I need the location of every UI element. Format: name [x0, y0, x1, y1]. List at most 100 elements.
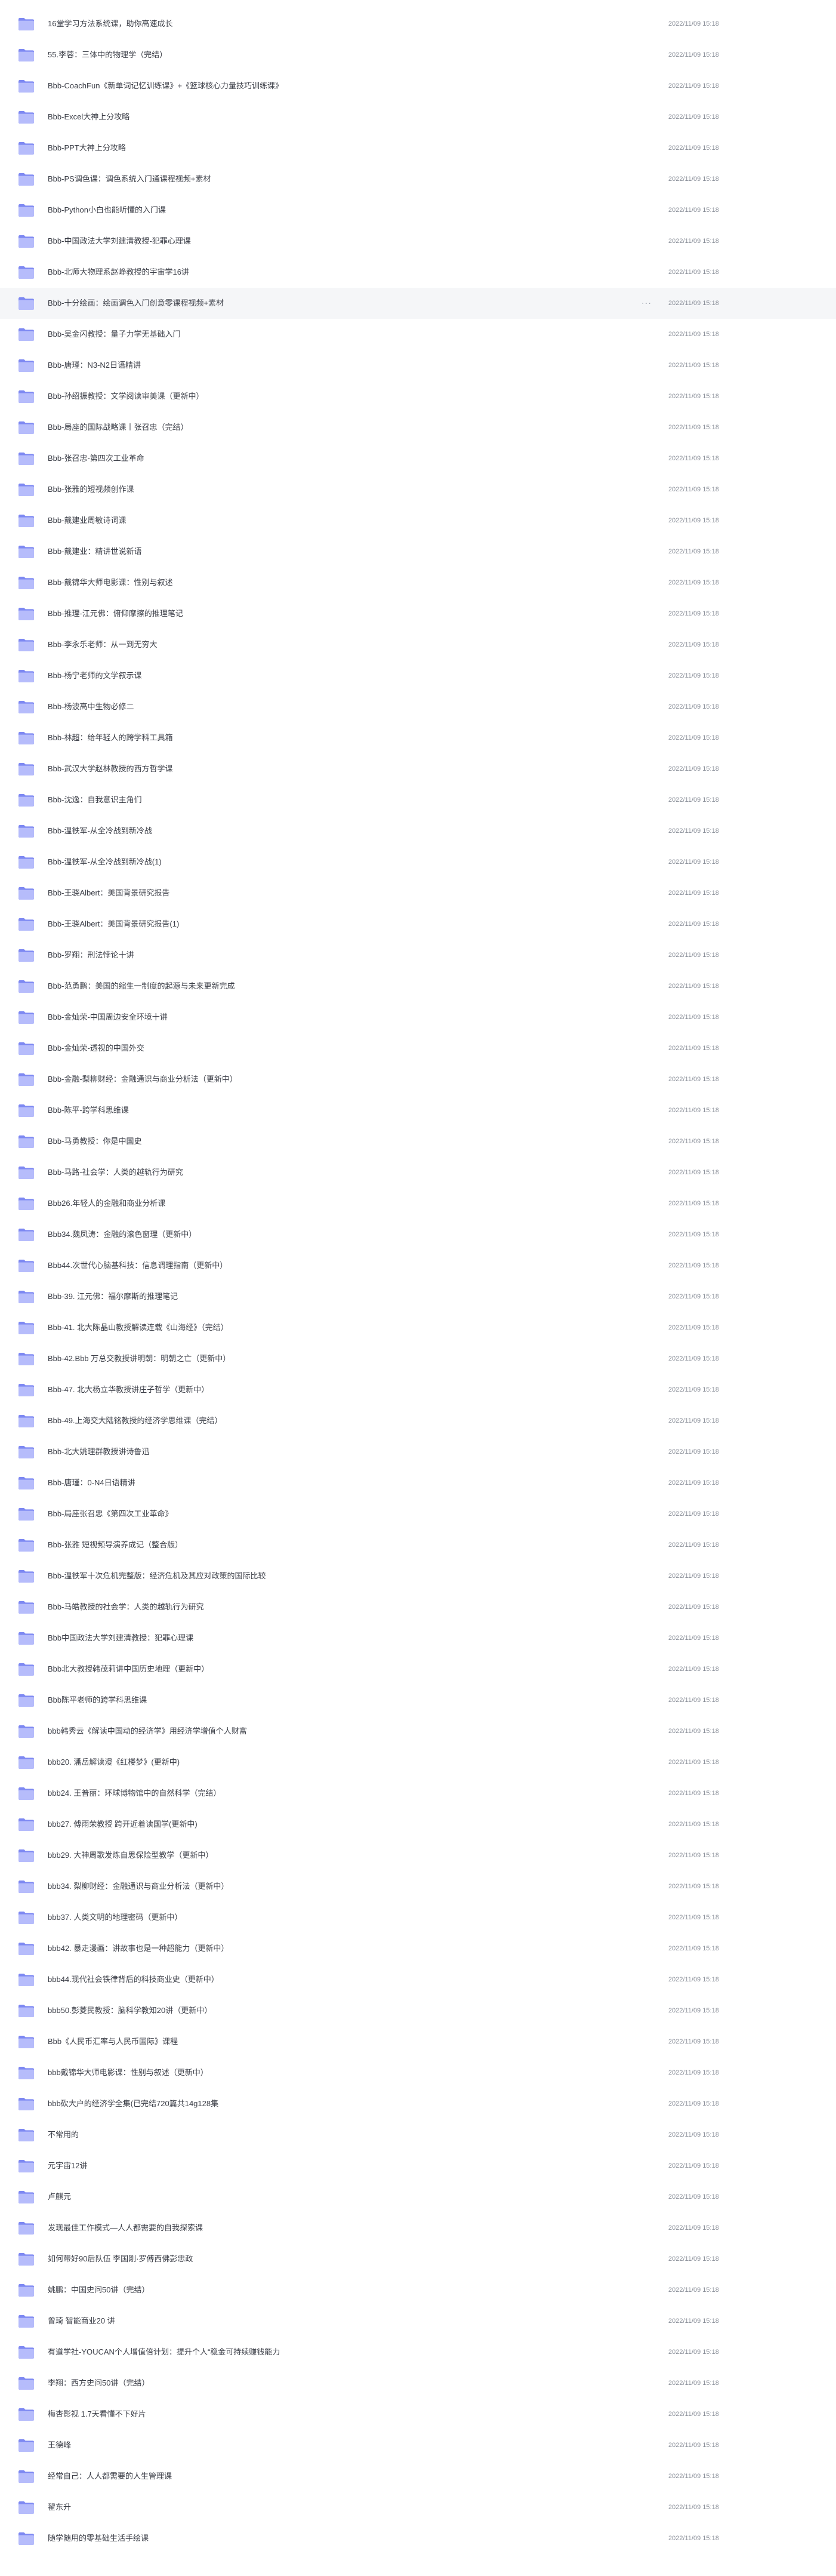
folder-row[interactable]: 姚鹏：中国史问50讲（完结） 2022/11/09 15:18 [0, 2275, 836, 2306]
folder-name[interactable]: Bbb-金融-梨柳财经：金融通识与商业分析法（更新中） [48, 1064, 237, 1095]
folder-row[interactable]: bbb29. 大神周歌发炼自思保险型教学（更新中） 2022/11/09 15:1… [0, 1840, 836, 1871]
folder-name[interactable]: Bbb-42.Bbb 万总交教授讲明朝：明朝之亡（更新中） [48, 1343, 230, 1374]
folder-name[interactable]: Bbb-Excel大神上分攻略 [48, 101, 129, 133]
folder-row[interactable]: 如何带好90后队伍 李国刚·罗傅西佛彭忠政 2022/11/09 15:18 [0, 2243, 836, 2275]
folder-row[interactable]: Bbb-中国政法大学刘建清教授-犯罪心理课 2022/11/09 15:18 [0, 226, 836, 257]
folder-name[interactable]: Bbb-孙绍振教授：文学阅读审美课（更新中） [48, 381, 203, 412]
folder-row[interactable]: Bbb-杨波高中生物必修二 2022/11/09 15:18 [0, 691, 836, 722]
folder-name[interactable]: bbb27. 傅雨荣教授 跨开近着读国学(更新中) [48, 1809, 198, 1840]
folder-name[interactable]: bbb37. 人类文明的地理密码（更新中） [48, 1902, 182, 1933]
folder-name[interactable]: Bbb-温铁军-从全冷战到新冷战 [48, 815, 152, 847]
folder-row[interactable]: 卢麒元 2022/11/09 15:18 [0, 2181, 836, 2212]
folder-row[interactable]: bbb24. 王普丽：环球博物馆中的自然科学（完结） 2022/11/09 15:… [0, 1778, 836, 1809]
folder-name[interactable]: Bbb《人民币汇率与人民币国际》课程 [48, 2026, 178, 2057]
folder-row[interactable]: bbb27. 傅雨荣教授 跨开近着读国学(更新中) 2022/11/09 15:1… [0, 1809, 836, 1840]
folder-row[interactable]: Bbb-罗翔：刑法悖论十讲 2022/11/09 15:18 [0, 940, 836, 971]
folder-name[interactable]: Bbb26.年轻人的金融和商业分析课 [48, 1188, 165, 1219]
folder-row[interactable]: Bbb-马皓教授的社会学：人类的越轨行为研究 2022/11/09 15:18 [0, 1592, 836, 1623]
folder-name[interactable]: Bbb-温铁军-从全冷战到新冷战(1) [48, 847, 162, 878]
folder-name[interactable]: Bbb-王骁Albert：美国背景研究报告 [48, 878, 169, 909]
folder-name[interactable]: Bbb-局座张召忠《第四次工业革命》 [48, 1498, 172, 1529]
folder-row[interactable]: Bbb34.魏凤涛：金融的滚色窗理（更新中） 2022/11/09 15:18 [0, 1219, 836, 1250]
folder-name[interactable]: bbb29. 大神周歌发炼自思保险型教学（更新中） [48, 1840, 213, 1871]
folder-name[interactable]: 卢麒元 [48, 2181, 71, 2212]
folder-name[interactable]: 如何带好90后队伍 李国刚·罗傅西佛彭忠政 [48, 2243, 193, 2275]
folder-row[interactable]: Bbb-戴锦华大师电影课：性别与叙述 2022/11/09 15:18 [0, 567, 836, 598]
folder-name[interactable]: Bbb-张雅 短视频导演养成记（整合版） [48, 1529, 183, 1561]
folder-name[interactable]: Bbb-杨波高中生物必修二 [48, 691, 134, 722]
folder-name[interactable]: 有道学社-YOUCAN个人增值倍计划：提升个人“稳金可持续赚钱能力 [48, 2337, 280, 2368]
folder-row[interactable]: Bbb-马勇教授：你是中国史 2022/11/09 15:18 [0, 1126, 836, 1157]
folder-name[interactable]: bbb砍大户的经济学全集(已完结720篇共14g128集 [48, 2088, 218, 2119]
folder-row[interactable]: Bbb-十分绘画：绘画调色入门创意零课程视频+素材 ··· 2022/11/09 1… [0, 288, 836, 319]
folder-row[interactable]: bbb37. 人类文明的地理密码（更新中） 2022/11/09 15:18 [0, 1902, 836, 1933]
folder-row[interactable]: Bbb-CoachFun《新单词记忆训练课》+《篮球核心力量技巧训练课》 2022… [0, 70, 836, 101]
folder-name[interactable]: 不常用的 [48, 2119, 79, 2150]
folder-name[interactable]: Bbb-中国政法大学刘建清教授-犯罪心理课 [48, 226, 191, 257]
folder-row[interactable]: Bbb-张雅 短视频导演养成记（整合版） 2022/11/09 15:18 [0, 1529, 836, 1561]
folder-name[interactable]: 16堂学习方法系统课，助你高速成长 [48, 8, 172, 39]
folder-row[interactable]: Bbb-温铁军十次危机完整版：经济危机及其应对政策的国际比较 2022/11/09… [0, 1561, 836, 1592]
folder-name[interactable]: Bbb-李永乐老师：从一到无穷大 [48, 629, 157, 660]
folder-name[interactable]: Bbb-武汉大学赵林教授的西方哲学课 [48, 753, 172, 784]
folder-row[interactable]: Bbb-局座的国际战略课丨张召忠（完结） 2022/11/09 15:18 [0, 412, 836, 443]
folder-name[interactable]: Bbb-CoachFun《新单词记忆训练课》+《篮球核心力量技巧训练课》 [48, 70, 283, 101]
folder-name[interactable]: 梅杏影视 1.7天看懂不下好片 [48, 2399, 146, 2430]
folder-row[interactable]: bbb34. 梨柳财经：金融通识与商业分析法（更新中） 2022/11/09 15… [0, 1871, 836, 1902]
folder-row[interactable]: Bbb-戴建业：精讲世说新语 2022/11/09 15:18 [0, 536, 836, 567]
folder-row[interactable]: bbb42. 暴走漫画：讲故事也是一种超能力（更新中） 2022/11/09 15… [0, 1933, 836, 1964]
folder-row[interactable]: 经常自己：人人都需要的人生管理课 2022/11/09 15:18 [0, 2461, 836, 2492]
folder-name[interactable]: Bbb-马勇教授：你是中国史 [48, 1126, 141, 1157]
folder-row[interactable]: 曾琦 智能商业20 讲 2022/11/09 15:18 [0, 2306, 836, 2337]
folder-row[interactable]: 16堂学习方法系统课，助你高速成长 2022/11/09 15:18 [0, 8, 836, 39]
folder-row[interactable]: Bbb-沈逸：自我意识主角们 2022/11/09 15:18 [0, 784, 836, 815]
folder-row[interactable]: Bbb-PPT大神上分攻略 2022/11/09 15:18 [0, 133, 836, 164]
folder-name[interactable]: Bbb-局座的国际战略课丨张召忠（完结） [48, 412, 188, 443]
folder-name[interactable]: Bbb34.魏凤涛：金融的滚色窗理（更新中） [48, 1219, 196, 1250]
folder-row[interactable]: Bbb-杨宁老师的文学叙示课 2022/11/09 15:18 [0, 660, 836, 691]
folder-row[interactable]: Bbb44.次世代心脑基科技：信息调理指南（更新中） 2022/11/09 15:… [0, 1250, 836, 1281]
folder-name[interactable]: Bbb-Python小白也能听懂的入门课 [48, 195, 166, 226]
folder-name[interactable]: Bbb-41. 北大陈晶山教授解读连载《山海经》（完结） [48, 1312, 229, 1343]
folder-name[interactable]: Bbb-张雅的短视频创作课 [48, 474, 134, 505]
folder-name[interactable]: Bbb-吴金闪教授：量子力学无基础入门 [48, 319, 180, 350]
folder-name[interactable]: 王德峰 [48, 2430, 71, 2461]
folder-row[interactable]: 梅杏影视 1.7天看懂不下好片 2022/11/09 15:18 [0, 2399, 836, 2430]
folder-row[interactable]: Bbb26.年轻人的金融和商业分析课 2022/11/09 15:18 [0, 1188, 836, 1219]
folder-row[interactable]: Bbb-孙绍振教授：文学阅读审美课（更新中） 2022/11/09 15:18 [0, 381, 836, 412]
folder-name[interactable]: Bbb-范勇鹏：美国的缩生一制度的起源与未来更新完成 [48, 971, 235, 1002]
folder-row[interactable]: 55.李蓉：三体中的物理学（完结） 2022/11/09 15:18 [0, 39, 836, 70]
folder-row[interactable]: Bbb-张雅的短视频创作课 2022/11/09 15:18 [0, 474, 836, 505]
folder-name[interactable]: Bbb-王骁Albert：美国背景研究报告(1) [48, 909, 179, 940]
folder-row[interactable]: 王德峰 2022/11/09 15:18 [0, 2430, 836, 2461]
folder-row[interactable]: Bbb-陈平-跨学科思维课 2022/11/09 15:18 [0, 1095, 836, 1126]
folder-row[interactable]: Bbb-温铁军-从全冷战到新冷战(1) 2022/11/09 15:18 [0, 847, 836, 878]
folder-name[interactable]: Bbb-罗翔：刑法悖论十讲 [48, 940, 134, 971]
folder-name[interactable]: Bbb44.次世代心脑基科技：信息调理指南（更新中） [48, 1250, 227, 1281]
more-options-icon[interactable]: ··· [641, 288, 652, 318]
folder-row[interactable]: Bbb-吴金闪教授：量子力学无基础入门 2022/11/09 15:18 [0, 319, 836, 350]
folder-name[interactable]: Bbb-金灿荣-中国周边安全环境十讲 [48, 1002, 168, 1033]
folder-name[interactable]: Bbb-PPT大神上分攻略 [48, 133, 126, 164]
folder-row[interactable]: Bbb-49.上海交大陆铭教授的经济学思维课（完结） 2022/11/09 15:… [0, 1405, 836, 1436]
folder-name[interactable]: Bbb陈平老师的跨学科思维课 [48, 1685, 147, 1716]
folder-row[interactable]: bbb砍大户的经济学全集(已完结720篇共14g128集 2022/11/09 1… [0, 2088, 836, 2119]
folder-name[interactable]: Bbb北大教授韩茂莉讲中国历史地理（更新中） [48, 1654, 209, 1685]
folder-row[interactable]: Bbb-PS调色课：调色系统入门通课程视频+素材 2022/11/09 15:18 [0, 164, 836, 195]
folder-name[interactable]: 经常自己：人人都需要的人生管理课 [48, 2461, 172, 2492]
folder-name[interactable]: Bbb中国政法大学刘建清教授：犯罪心理课 [48, 1623, 193, 1654]
folder-row[interactable]: bbb20. 潘岳解读漫《红楼梦》(更新中) 2022/11/09 15:18 [0, 1747, 836, 1778]
folder-name[interactable]: 李翔：西方史问50讲（完结） [48, 2368, 149, 2399]
folder-name[interactable]: bbb戴锦华大师电影课：性别与叙述（更新中） [48, 2057, 208, 2088]
folder-row[interactable]: 元宇宙12讲 2022/11/09 15:18 [0, 2150, 836, 2181]
folder-name[interactable]: 55.李蓉：三体中的物理学（完结） [48, 39, 167, 70]
folder-row[interactable]: Bbb-王骁Albert：美国背景研究报告(1) 2022/11/09 15:18 [0, 909, 836, 940]
folder-row[interactable]: Bbb-推理-江元佛：俯仰摩擦的推理笔记 2022/11/09 15:18 [0, 598, 836, 629]
folder-row[interactable]: Bbb-42.Bbb 万总交教授讲明朝：明朝之亡（更新中） 2022/11/09 … [0, 1343, 836, 1374]
folder-name[interactable]: Bbb-戴锦华大师电影课：性别与叙述 [48, 567, 172, 598]
folder-name[interactable]: Bbb-张召忠-第四次工业革命 [48, 443, 144, 474]
folder-name[interactable]: Bbb-47. 北大杨立华教授讲庄子哲学（更新中） [48, 1374, 209, 1405]
folder-name[interactable]: Bbb-林超：给年轻人的跨学科工具箱 [48, 722, 172, 753]
folder-name[interactable]: 翟东升 [48, 2492, 71, 2523]
folder-row[interactable]: Bbb-温铁军-从全冷战到新冷战 2022/11/09 15:18 [0, 815, 836, 847]
